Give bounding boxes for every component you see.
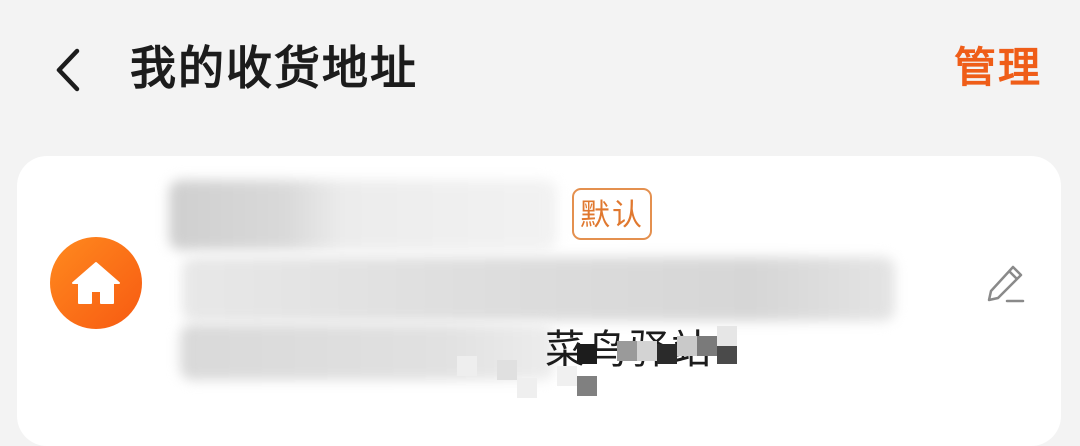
- page-title: 我的收货地址: [130, 41, 418, 95]
- pixelated-redaction: [457, 326, 757, 426]
- chevron-left-icon: [56, 48, 80, 92]
- edit-address-button[interactable]: [981, 259, 1031, 309]
- address-line-redacted: [182, 257, 895, 321]
- back-button[interactable]: [42, 44, 94, 96]
- manage-button[interactable]: 管理: [954, 40, 1042, 96]
- default-badge: 默认: [572, 188, 652, 240]
- home-icon: [50, 237, 142, 329]
- edit-pencil-icon: [987, 265, 1025, 303]
- header-bar: 我的收货地址 管理: [0, 0, 1080, 135]
- address-card[interactable]: 默认 菜鸟驿站: [17, 156, 1061, 446]
- recipient-name-redacted: [169, 180, 557, 250]
